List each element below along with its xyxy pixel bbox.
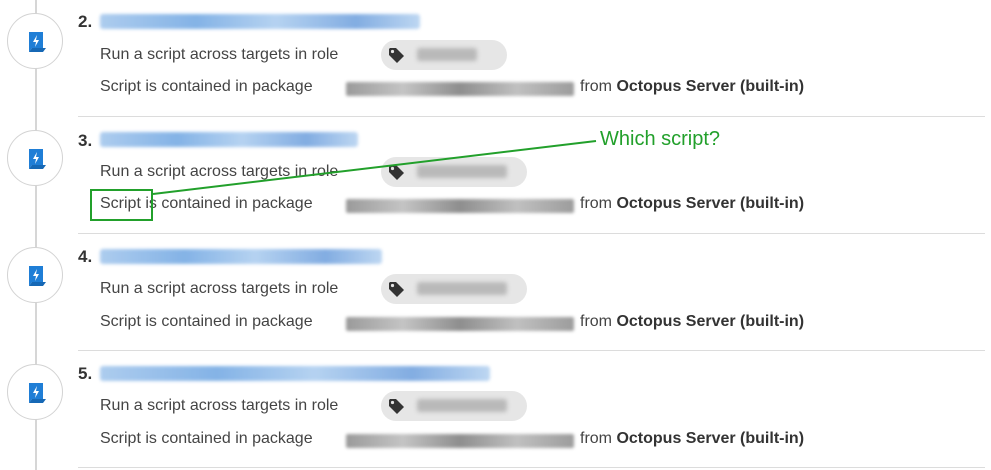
annotation-highlight-box bbox=[90, 189, 153, 221]
annotation-arrow-line bbox=[152, 140, 597, 195]
annotation-text: Which script? bbox=[600, 128, 721, 150]
